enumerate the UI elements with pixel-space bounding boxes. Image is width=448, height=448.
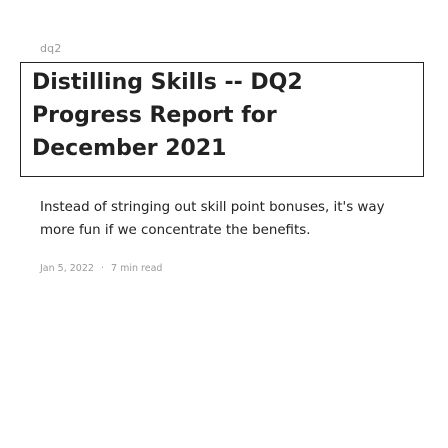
post-excerpt: Instead of stringing out skill point bon…: [40, 200, 385, 238]
post-read-time: 7 min read: [111, 263, 163, 274]
meta-separator: ·: [100, 263, 104, 274]
post-meta: Jan 5, 2022 · 7 min read: [40, 263, 162, 274]
post-title[interactable]: Distilling Skills -- DQ2 Progress Report…: [32, 66, 392, 165]
post-date: Jan 5, 2022: [40, 263, 94, 274]
post-tag[interactable]: dq2: [40, 42, 62, 55]
